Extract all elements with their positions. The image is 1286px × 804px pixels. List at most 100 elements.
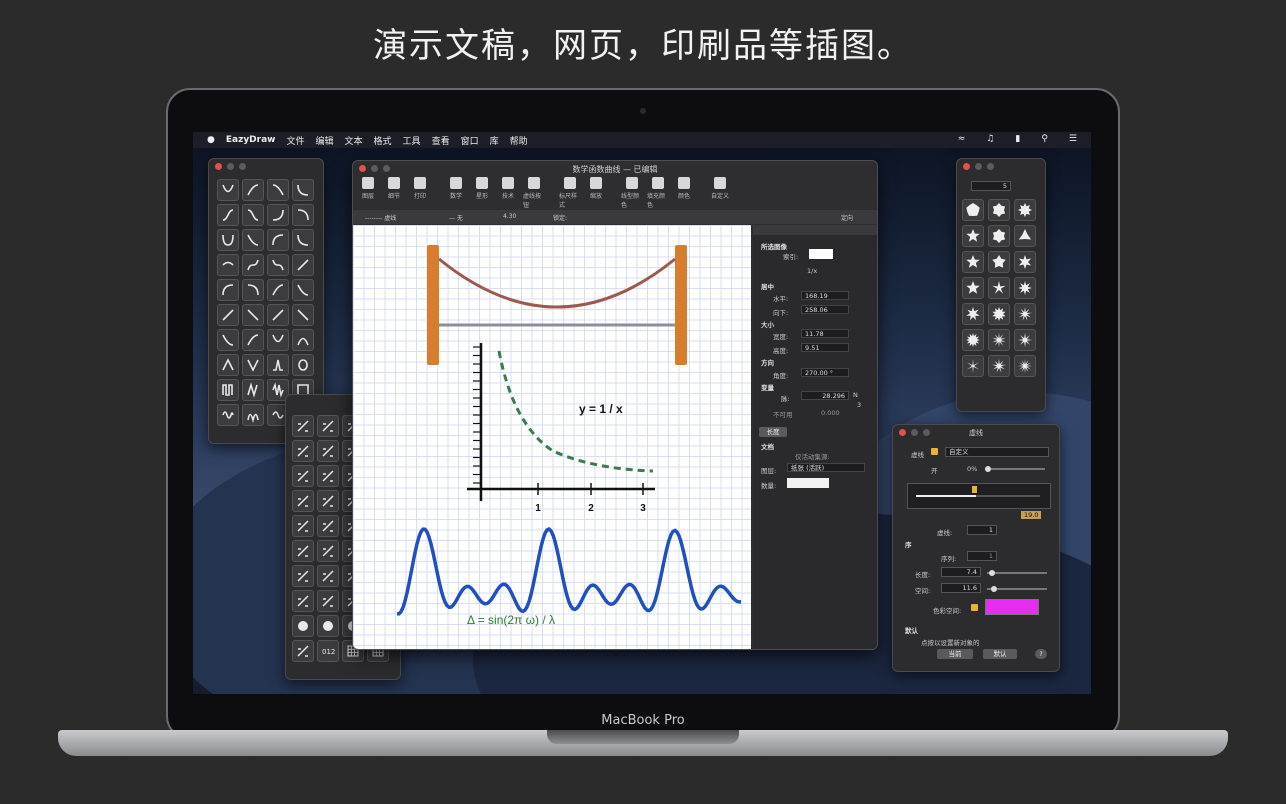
inspector-tabs[interactable] xyxy=(753,225,877,235)
star-shape-tool[interactable] xyxy=(988,251,1010,273)
open-slider-knob[interactable] xyxy=(985,466,991,472)
drawing-tool[interactable]: 012 xyxy=(317,640,339,662)
star-shape-tool[interactable] xyxy=(962,199,984,221)
curve-tool[interactable] xyxy=(242,204,264,226)
star-shape-tool[interactable] xyxy=(988,329,1010,351)
open-slider[interactable] xyxy=(985,468,1045,470)
star-shape-tool[interactable] xyxy=(988,199,1010,221)
star-shape-tool[interactable] xyxy=(1014,329,1036,351)
line-style-select[interactable]: -------- 虚线 xyxy=(365,213,396,222)
toolbar-button[interactable]: 细节 xyxy=(383,177,405,200)
space-field[interactable]: 11.6 xyxy=(941,583,981,593)
volume-icon[interactable]: ♫ xyxy=(986,134,994,144)
down-field[interactable]: 258.06 xyxy=(801,305,849,314)
angle-field[interactable]: 270.00 ° xyxy=(801,368,849,377)
curve-tool[interactable] xyxy=(267,304,289,326)
curve-tool[interactable] xyxy=(217,379,239,401)
curve-tool[interactable] xyxy=(217,179,239,201)
curve-tool[interactable] xyxy=(217,304,239,326)
toolbar-button[interactable]: 缩放 xyxy=(585,177,607,200)
dash-checkbox[interactable] xyxy=(931,448,938,455)
star-shape-tool[interactable] xyxy=(962,251,984,273)
drawing-tool[interactable] xyxy=(292,440,314,462)
count-swatch[interactable] xyxy=(787,478,829,488)
search-icon[interactable]: ⚲ xyxy=(1041,134,1048,144)
curve-tool[interactable] xyxy=(217,404,239,426)
curve-tool[interactable] xyxy=(267,204,289,226)
star-shape-tool[interactable] xyxy=(962,225,984,247)
drawing-tool[interactable] xyxy=(292,465,314,487)
drawing-tool[interactable] xyxy=(317,565,339,587)
dash-count-field[interactable]: 1 xyxy=(967,525,997,535)
dash-select[interactable]: 自定义 xyxy=(945,447,1049,457)
star-shape-tool[interactable] xyxy=(988,225,1010,247)
curve-tool[interactable] xyxy=(267,279,289,301)
arrow-select[interactable]: — 无 xyxy=(449,213,463,222)
star-shape-tool[interactable] xyxy=(1014,199,1036,221)
toolbar-button[interactable]: 自定义 xyxy=(709,177,731,200)
seq-field[interactable]: 1 xyxy=(967,551,997,561)
drawing-tool[interactable] xyxy=(317,440,339,462)
length-slider[interactable] xyxy=(987,572,1047,574)
notification-icon[interactable]: ☰ xyxy=(1069,134,1077,144)
drawing-tool[interactable] xyxy=(292,615,314,637)
index-swatch[interactable] xyxy=(809,249,833,259)
curve-tool[interactable] xyxy=(292,229,314,251)
toolbar-button[interactable]: 线型颜色 xyxy=(621,177,643,209)
curve-tool[interactable] xyxy=(267,354,289,376)
curve-tool[interactable] xyxy=(242,404,264,426)
curve-tool[interactable] xyxy=(292,304,314,326)
height-field[interactable]: 9.51 xyxy=(801,343,849,352)
drawing-tool[interactable] xyxy=(292,565,314,587)
dash-preview[interactable] xyxy=(907,483,1051,509)
default-button[interactable]: 默认 xyxy=(983,649,1017,659)
star-shape-tool[interactable] xyxy=(1014,303,1036,325)
drawing-tool[interactable] xyxy=(317,415,339,437)
direction-select[interactable]: 定向 xyxy=(841,213,853,222)
curve-tool[interactable] xyxy=(292,329,314,351)
toolbar-button[interactable]: 图层 xyxy=(357,177,379,200)
width-field[interactable]: 11.78 xyxy=(801,329,849,338)
curve-tool[interactable] xyxy=(242,229,264,251)
menu-help[interactable]: 帮助 xyxy=(510,134,528,147)
menu-text[interactable]: 文本 xyxy=(345,134,363,147)
star-shape-tool[interactable] xyxy=(1014,225,1036,247)
drawing-tool[interactable] xyxy=(292,515,314,537)
toolbar-button[interactable]: 数学 xyxy=(445,177,467,200)
star-shape-tool[interactable] xyxy=(1014,277,1036,299)
drawing-tool[interactable] xyxy=(317,465,339,487)
star-shape-tool[interactable] xyxy=(962,277,984,299)
curve-tool[interactable] xyxy=(242,254,264,276)
drawing-tool[interactable] xyxy=(292,640,314,662)
drawing-tool[interactable] xyxy=(317,490,339,512)
var-field[interactable]: 28.296 xyxy=(801,391,849,400)
curve-tool[interactable] xyxy=(292,354,314,376)
star-shape-tool[interactable] xyxy=(1014,251,1036,273)
star-shape-tool[interactable] xyxy=(988,277,1010,299)
horizontal-field[interactable]: 168.19 xyxy=(801,291,849,300)
curve-tool[interactable] xyxy=(242,329,264,351)
drawing-tool[interactable] xyxy=(317,515,339,537)
drawing-tool[interactable] xyxy=(292,590,314,612)
space-slider-knob[interactable] xyxy=(991,586,997,592)
curve-tool[interactable] xyxy=(242,379,264,401)
curve-tool[interactable] xyxy=(242,279,264,301)
menu-format[interactable]: 格式 xyxy=(374,134,392,147)
menu-app[interactable]: EazyDraw xyxy=(226,135,276,145)
toolbar-button[interactable]: 打印 xyxy=(409,177,431,200)
drawing-canvas[interactable]: 1 2 3 y = 1 / x Δ = sin(2π ω) / λ xyxy=(353,225,751,649)
toolbar-button[interactable]: 标尺样式 xyxy=(559,177,581,209)
toolbar-button[interactable]: 技术 xyxy=(497,177,519,200)
curve-tool[interactable] xyxy=(292,204,314,226)
curve-tool[interactable] xyxy=(267,329,289,351)
wifi-icon[interactable]: ≈ xyxy=(958,134,966,144)
toolbar-button[interactable]: 颜色 xyxy=(673,177,695,200)
menu-library[interactable]: 库 xyxy=(490,134,499,147)
length-button[interactable]: 长度 xyxy=(759,427,787,437)
curve-tool[interactable] xyxy=(292,179,314,201)
drawing-tool[interactable] xyxy=(317,540,339,562)
drawing-tool[interactable] xyxy=(292,490,314,512)
curve-tool[interactable] xyxy=(292,254,314,276)
drawing-tool[interactable] xyxy=(317,590,339,612)
length-field[interactable]: 7.4 xyxy=(941,567,981,577)
